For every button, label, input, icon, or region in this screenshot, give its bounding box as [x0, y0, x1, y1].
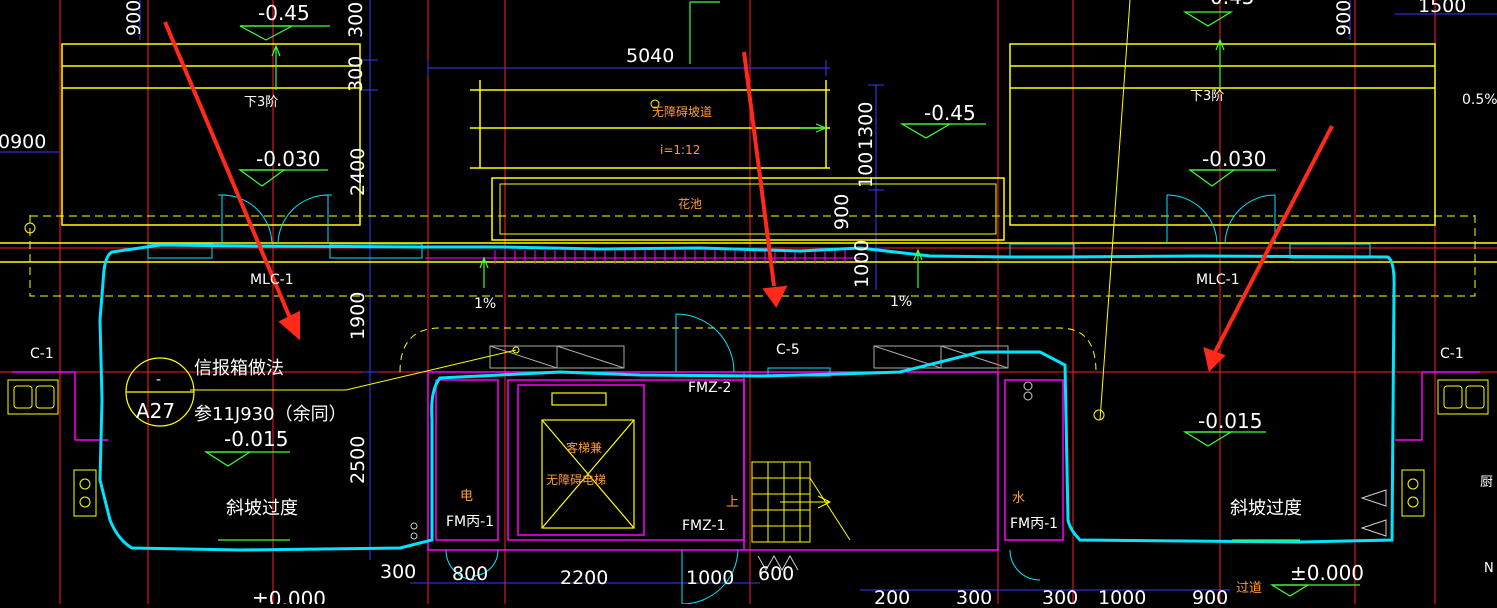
level-top-mid: -0.45: [924, 101, 976, 125]
dim-bot-300b: 300: [956, 587, 992, 604]
label-ramp: 无障碍坡道: [652, 104, 712, 119]
dim-v-2500: 2500: [347, 436, 369, 484]
dim-bot-300: 300: [380, 561, 416, 583]
label-mlc-right: MLC-1: [1196, 272, 1240, 288]
dim-bot-300c: 300: [1042, 587, 1078, 604]
label-up: 上: [726, 495, 739, 510]
level-markers: [203, 1, 1360, 597]
label-flower-bed: 花池: [678, 196, 702, 211]
dim-v-100: 100: [855, 152, 877, 188]
label-c1-right: C-1: [1440, 346, 1464, 362]
label-pct-right: 1%: [890, 294, 912, 310]
level-top-right: 0.45: [1210, 0, 1255, 9]
label-passage: 过道: [1236, 581, 1262, 596]
dim-left-0900: 0900: [0, 131, 46, 153]
dim-v-2400: 2400: [347, 148, 369, 196]
level-right-030: -0.030: [1202, 147, 1266, 171]
label-down-steps-right: 下3阶: [1190, 89, 1224, 104]
label-elevator2: 无障碍电梯: [546, 472, 606, 487]
dim-v-1900: 1900: [347, 292, 369, 340]
label-ref-dash: -: [156, 372, 161, 388]
dim-bot-800: 800: [452, 563, 488, 585]
dim-bot-900: 900: [1192, 587, 1228, 604]
cad-drawing-canvas[interactable]: 900 300 300 5040 0900 2400 1900 2500 130…: [0, 0, 1497, 608]
stair: [751, 461, 851, 543]
label-fm-bing-left: FM丙-1: [446, 514, 494, 530]
label-ref: 参11J930（余同）: [194, 404, 347, 425]
red-arrows: [163, 21, 1334, 372]
dim-span-5040: 5040: [626, 45, 674, 67]
level-left-015: -0.015: [224, 427, 288, 451]
label-water: 水: [1012, 491, 1025, 506]
label-slope-left: 斜坡过度: [226, 498, 298, 519]
label-mlc-left: MLC-1: [250, 272, 294, 288]
dim-top-right-900: 900: [1333, 0, 1355, 36]
level-right-015: -0.015: [1198, 409, 1262, 433]
label-ref-code: A27: [136, 399, 175, 423]
label-mailbox: 信报箱做法: [194, 358, 284, 379]
label-down-steps-left: 下3阶: [244, 95, 278, 110]
dim-top-left-900: 900: [123, 0, 145, 36]
dim-v-900: 900: [831, 194, 853, 230]
dim-bot-1000: 1000: [686, 567, 734, 589]
dim-bot-2200: 2200: [560, 567, 608, 589]
label-c1-left: C-1: [30, 346, 54, 362]
label-fmz1: FMZ-1: [682, 518, 725, 534]
label-ramp-slope: i=1:12: [660, 143, 700, 157]
label-elevator1: 客梯兼: [566, 440, 602, 455]
level-left-030: -0.030: [256, 147, 320, 171]
elevator-shaft: [541, 392, 635, 529]
label-fmz2: FMZ-2: [688, 380, 731, 396]
label-pct-left: 1%: [474, 296, 496, 312]
level-bottom-left-zero: ±0.000: [252, 587, 326, 604]
label-c5: C-5: [776, 342, 800, 358]
dim-top-300b: 300: [345, 56, 367, 92]
dim-v-1000: 1000: [851, 240, 873, 288]
label-kitchen-edge: 厨: [1480, 475, 1493, 490]
label-pct-top-right: 0.5%: [1462, 92, 1497, 108]
dim-top-300: 300: [345, 2, 367, 38]
level-bottom-zero: ±0.000: [1290, 561, 1364, 585]
level-top-left: -0.45: [258, 1, 310, 25]
dim-bot-1000b: 1000: [1098, 587, 1146, 604]
magenta-walls: [12, 371, 1480, 551]
label-electric: 电: [460, 489, 473, 504]
label-fm-bing-right: FM丙-1: [1010, 516, 1058, 532]
label-edge-n: N: [1484, 561, 1494, 576]
dim-v-1300: 1300: [855, 102, 877, 150]
dim-bot-200: 200: [874, 587, 910, 604]
dim-bot-600: 600: [758, 563, 794, 585]
label-slope-right: 斜坡过度: [1230, 498, 1302, 519]
dim-top-right-1500: 1500: [1418, 0, 1466, 17]
floor-plan-svg[interactable]: 900 300 300 5040 0900 2400 1900 2500 130…: [0, 0, 1497, 608]
